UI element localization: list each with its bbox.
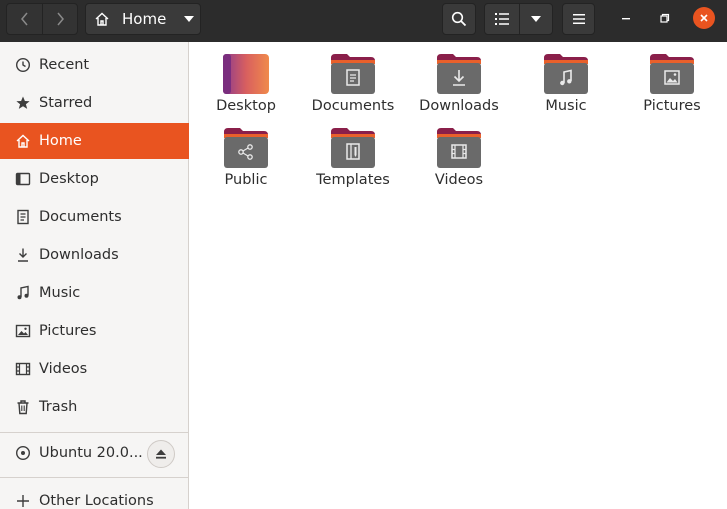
sidebar-divider bbox=[0, 432, 189, 433]
maximize-icon bbox=[660, 13, 670, 23]
picture-icon bbox=[14, 322, 32, 340]
music-icon bbox=[14, 284, 32, 302]
video-icon bbox=[14, 360, 32, 378]
search-icon bbox=[451, 11, 467, 27]
list-view-icon bbox=[495, 13, 509, 25]
caret-down-icon bbox=[531, 16, 541, 22]
file-name: Pictures bbox=[643, 98, 701, 114]
sidebar-item-label: Ubuntu 20.0... bbox=[39, 445, 143, 461]
pictures-folder-icon bbox=[650, 54, 694, 94]
file-item-templates[interactable]: Templates bbox=[300, 126, 406, 188]
sidebar-item-label: Music bbox=[39, 285, 81, 301]
sidebar-item-music[interactable]: Music bbox=[0, 275, 189, 311]
close-icon bbox=[700, 14, 708, 22]
downloads-folder-icon bbox=[437, 54, 481, 94]
view-options-button[interactable] bbox=[519, 4, 552, 34]
minimize-icon bbox=[622, 18, 630, 20]
eject-button[interactable] bbox=[147, 440, 175, 468]
hamburger-menu-icon bbox=[572, 14, 585, 24]
home-icon bbox=[95, 12, 109, 26]
sidebar-item-videos[interactable]: Videos bbox=[0, 351, 189, 387]
sidebar-item-label: Recent bbox=[39, 57, 90, 73]
file-name: Music bbox=[545, 98, 587, 114]
menu-button[interactable] bbox=[562, 3, 595, 35]
plus-icon bbox=[14, 492, 32, 509]
file-item-documents[interactable]: Documents bbox=[300, 52, 406, 114]
desktop-folder-icon bbox=[223, 54, 269, 94]
disc-icon bbox=[14, 444, 32, 462]
chevron-right-icon bbox=[57, 12, 64, 26]
file-item-downloads[interactable]: Downloads bbox=[406, 52, 512, 114]
document-icon bbox=[14, 208, 32, 226]
file-name: Templates bbox=[316, 172, 390, 188]
sidebar-item-label: Pictures bbox=[39, 323, 97, 339]
sidebar-item-pictures[interactable]: Pictures bbox=[0, 313, 189, 349]
file-name: Videos bbox=[434, 172, 484, 188]
desktop-icon bbox=[14, 170, 32, 188]
sidebar-item-recent[interactable]: Recent bbox=[0, 47, 189, 83]
documents-folder-icon bbox=[331, 54, 375, 94]
maximize-button[interactable] bbox=[654, 7, 676, 29]
sidebar-item-label: Home bbox=[39, 133, 82, 149]
file-name: Downloads bbox=[419, 98, 499, 114]
file-name: Public bbox=[224, 172, 268, 188]
sidebar-item-home[interactable]: Home bbox=[0, 123, 189, 159]
file-name: Desktop bbox=[216, 98, 276, 114]
sidebar-item-desktop[interactable]: Desktop bbox=[0, 161, 189, 197]
sidebar-item-other-locations[interactable]: Other Locations bbox=[0, 483, 189, 509]
eject-icon bbox=[156, 449, 166, 459]
sidebar-item-label: Starred bbox=[39, 95, 93, 111]
sidebar-item-label: Downloads bbox=[39, 247, 119, 263]
forward-button[interactable] bbox=[42, 4, 77, 34]
file-item-videos[interactable]: Videos bbox=[406, 126, 512, 188]
file-item-music[interactable]: Music bbox=[513, 52, 619, 114]
sidebar-item-starred[interactable]: Starred bbox=[0, 85, 189, 121]
sidebar: Recent Starred Home Desktop Documents Do… bbox=[0, 42, 189, 509]
star-icon bbox=[14, 94, 32, 112]
chevron-left-icon bbox=[20, 12, 28, 26]
sidebar-item-label: Desktop bbox=[39, 171, 99, 187]
view-buttons bbox=[484, 3, 553, 35]
clock-icon bbox=[14, 56, 32, 74]
sidebar-divider bbox=[0, 477, 189, 478]
minimize-button[interactable] bbox=[615, 7, 637, 29]
music-folder-icon bbox=[544, 54, 588, 94]
location-label: Home bbox=[122, 10, 167, 28]
sidebar-item-label: Other Locations bbox=[39, 493, 154, 509]
caret-down-icon bbox=[184, 16, 195, 22]
list-view-button[interactable] bbox=[485, 4, 519, 34]
file-item-pictures[interactable]: Pictures bbox=[619, 52, 725, 114]
templates-folder-icon bbox=[331, 128, 375, 168]
sidebar-item-downloads[interactable]: Downloads bbox=[0, 237, 189, 273]
sidebar-item-label: Videos bbox=[39, 361, 88, 377]
search-button[interactable] bbox=[442, 3, 476, 35]
home-icon bbox=[14, 132, 32, 150]
header-bar: Home bbox=[0, 0, 727, 42]
file-view: Desktop Documents Downloads Music Pictur… bbox=[190, 42, 727, 509]
trash-icon bbox=[14, 398, 32, 416]
navigation-buttons bbox=[6, 3, 78, 35]
file-item-public[interactable]: Public bbox=[193, 126, 299, 188]
download-icon bbox=[14, 246, 32, 264]
sidebar-item-label: Trash bbox=[39, 399, 78, 415]
sidebar-item-documents[interactable]: Documents bbox=[0, 199, 189, 235]
close-button[interactable] bbox=[693, 7, 715, 29]
back-button[interactable] bbox=[7, 4, 42, 34]
location-button[interactable]: Home bbox=[85, 3, 201, 35]
videos-folder-icon bbox=[437, 128, 481, 168]
file-name: Documents bbox=[311, 98, 395, 114]
public-folder-icon bbox=[224, 128, 268, 168]
file-item-desktop[interactable]: Desktop bbox=[193, 52, 299, 114]
sidebar-item-trash[interactable]: Trash bbox=[0, 389, 189, 425]
sidebar-item-label: Documents bbox=[39, 209, 122, 225]
